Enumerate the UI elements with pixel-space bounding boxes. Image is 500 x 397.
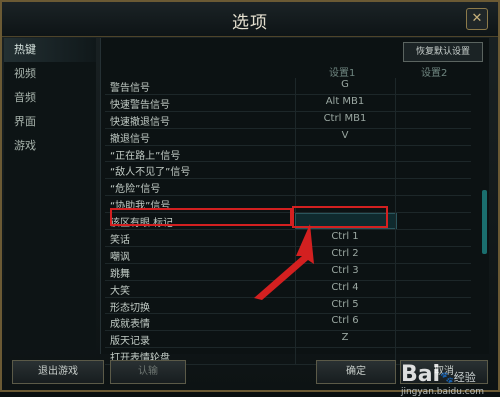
table-row: 成就表情 Ctrl 6: [105, 314, 472, 332]
binding-cell-2[interactable]: [395, 331, 472, 348]
binding-value: Alt MB1: [325, 95, 365, 107]
hotkey-name: 警告信号: [110, 83, 150, 94]
sidebar-item-game[interactable]: 游戏: [4, 134, 96, 158]
sidebar: 热键 视频 音频 界面 游戏: [4, 38, 96, 350]
hotkey-name: 快速警告信号: [110, 99, 170, 111]
binding-cell-2[interactable]: [395, 179, 472, 196]
close-icon[interactable]: ✕: [466, 8, 488, 30]
ok-button[interactable]: 确定: [316, 360, 396, 384]
hotkey-name: “敌人不见了”信号: [110, 167, 191, 179]
hotkey-name: 嘲讽: [110, 251, 130, 263]
binding-cell-2[interactable]: [395, 111, 472, 128]
binding-cell-2[interactable]: [395, 94, 472, 111]
hotkey-name: 成就表情: [110, 319, 150, 331]
scrollbar-thumb[interactable]: [482, 190, 487, 254]
table-row: “正在路上”信号: [105, 145, 472, 163]
column-header-setting2: 设置2: [421, 68, 448, 79]
hotkey-name: 快速撤退信号: [110, 116, 170, 128]
sidebar-item-audio[interactable]: 音频: [4, 86, 96, 110]
hotkey-name: “正在路上”信号: [110, 150, 181, 162]
binding-cell-2[interactable]: [395, 128, 472, 145]
binding-cell-2[interactable]: [395, 213, 472, 230]
sidebar-item-video[interactable]: 视频: [4, 62, 96, 86]
table-row: 快速撤退信号 Ctrl MB1: [105, 111, 472, 129]
binding-value: Ctrl 6: [331, 315, 359, 327]
table-row: 撤退信号 V: [105, 128, 472, 146]
hotkey-name: 撤退信号: [110, 133, 150, 145]
binding-cell-2[interactable]: [395, 162, 472, 179]
hotkeys-panel: 恢复默认设置 设置1 设置2 警告信号 G 快速警告信号 Alt MB1 快速撤…: [100, 38, 489, 366]
column-header-setting1: 设置1: [329, 68, 356, 79]
binding-cell-2[interactable]: [395, 263, 472, 280]
binding-cell-1[interactable]: [295, 179, 396, 196]
hotkey-name: 笑话: [110, 235, 130, 247]
binding-cell-2[interactable]: [395, 230, 472, 246]
binding-value: Ctrl MB1: [323, 112, 367, 124]
binding-cell-2[interactable]: [395, 78, 472, 94]
window-title: 选项: [232, 13, 268, 33]
table-row: “危险”信号: [105, 179, 472, 197]
surrender-button[interactable]: 认输: [110, 360, 186, 384]
binding-value: Z: [341, 332, 349, 344]
binding-value: V: [341, 129, 349, 141]
table-row: 警告信号 G: [105, 78, 471, 95]
hotkey-name: 跳舞: [110, 268, 130, 280]
hotkey-name: 版天记录: [110, 336, 150, 348]
table-row: 快速警告信号 Alt MB1: [105, 94, 472, 112]
binding-cell-1[interactable]: [295, 145, 396, 162]
hotkey-name: 形态切换: [110, 302, 150, 314]
watermark-url: jingyan.baidu.com: [400, 387, 484, 397]
binding-cell-2[interactable]: [395, 280, 472, 297]
hotkey-name: “危险”信号: [110, 184, 161, 196]
table-row: 版天记录 Z: [105, 331, 472, 349]
watermark-brand-2: 经验: [453, 371, 476, 384]
sidebar-item-hotkeys[interactable]: 热键: [4, 38, 96, 62]
sidebar-item-interface[interactable]: 界面: [4, 110, 96, 134]
watermark-brand: Bai: [400, 362, 441, 387]
title-bar: 选项 ✕: [2, 2, 498, 37]
binding-cell-2[interactable]: [395, 196, 472, 213]
paw-icon: 🐾: [440, 371, 454, 384]
binding-cell-2[interactable]: [395, 297, 472, 314]
binding-value: G: [341, 79, 349, 90]
annotation-arrow-icon: [254, 224, 314, 300]
hotkey-name: 大笑: [110, 285, 130, 297]
exit-game-button[interactable]: 退出游戏: [12, 360, 104, 384]
binding-cell-2[interactable]: [395, 246, 472, 263]
binding-cell-2[interactable]: [395, 145, 472, 162]
binding-cell-2[interactable]: [395, 314, 472, 331]
table-row: “敌人不见了”信号: [105, 162, 472, 180]
restore-defaults-button[interactable]: 恢复默认设置: [403, 42, 483, 62]
binding-cell-1[interactable]: [295, 162, 396, 179]
